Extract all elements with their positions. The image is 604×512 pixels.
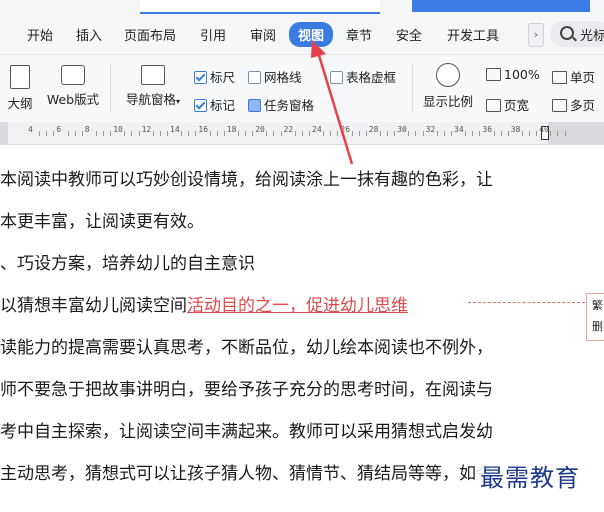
- annotation-arrow-icon: [311, 40, 354, 165]
- watermark: 最需教育: [476, 458, 584, 493]
